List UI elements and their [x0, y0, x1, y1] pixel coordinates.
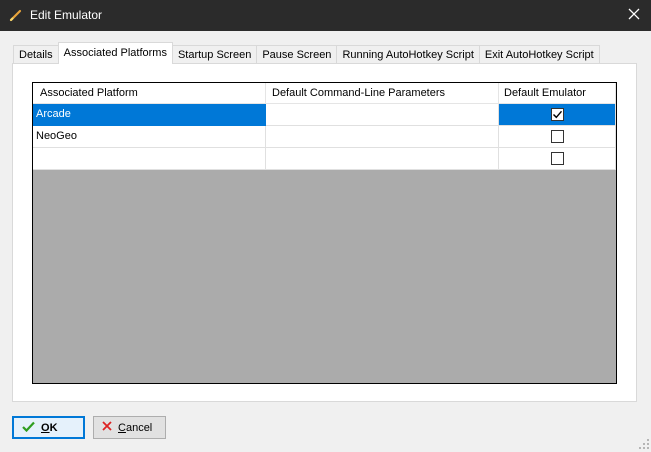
column-header-default-emulator[interactable]: Default Emulator [499, 83, 616, 104]
default-emulator-checkbox[interactable] [551, 152, 564, 165]
tab-exit-autohotkey-script[interactable]: Exit AutoHotkey Script [478, 45, 600, 64]
platform-cell[interactable] [33, 148, 266, 170]
default-emulator-cell[interactable] [499, 104, 616, 126]
table-row[interactable]: NeoGeo [33, 126, 616, 148]
title-bar: Edit Emulator [0, 0, 651, 31]
tab-pause-screen[interactable]: Pause Screen [256, 45, 338, 64]
default-emulator-cell[interactable] [499, 148, 616, 170]
params-cell[interactable] [266, 104, 499, 126]
pencil-icon [9, 8, 23, 22]
checkmark-icon [22, 421, 35, 435]
default-emulator-cell[interactable] [499, 126, 616, 148]
checkmark-icon [553, 110, 563, 119]
ok-button-label: OK [41, 421, 58, 434]
params-cell[interactable] [266, 148, 499, 170]
platform-cell[interactable]: NeoGeo [33, 126, 266, 148]
ok-button[interactable]: OK [12, 416, 85, 439]
window-title: Edit Emulator [30, 8, 103, 22]
tab-running-autohotkey-script[interactable]: Running AutoHotkey Script [336, 45, 480, 64]
tab-details[interactable]: Details [13, 45, 59, 64]
table-row[interactable] [33, 148, 616, 170]
x-icon [102, 421, 112, 434]
close-button[interactable] [617, 0, 651, 31]
default-emulator-checkbox[interactable] [551, 130, 564, 143]
tab-strip: Details Associated Platforms Startup Scr… [13, 42, 600, 64]
table-row[interactable]: Arcade [33, 104, 616, 126]
platforms-grid[interactable]: Associated Platform Default Command-Line… [32, 82, 617, 384]
params-cell[interactable] [266, 126, 499, 148]
resize-grip-icon[interactable] [639, 439, 649, 449]
tab-startup-screen[interactable]: Startup Screen [171, 45, 258, 64]
tab-associated-platforms[interactable]: Associated Platforms [57, 42, 173, 64]
close-icon [628, 8, 640, 23]
tab-panel-associated-platforms: Associated Platform Default Command-Line… [12, 63, 637, 402]
column-header-command-line-parameters[interactable]: Default Command-Line Parameters [266, 83, 499, 104]
default-emulator-checkbox[interactable] [551, 108, 564, 121]
grid-header-row: Associated Platform Default Command-Line… [33, 83, 616, 104]
column-header-associated-platform[interactable]: Associated Platform [33, 83, 266, 104]
platform-cell[interactable]: Arcade [33, 104, 266, 126]
cancel-button[interactable]: Cancel [93, 416, 166, 439]
cancel-button-label: Cancel [118, 421, 153, 434]
